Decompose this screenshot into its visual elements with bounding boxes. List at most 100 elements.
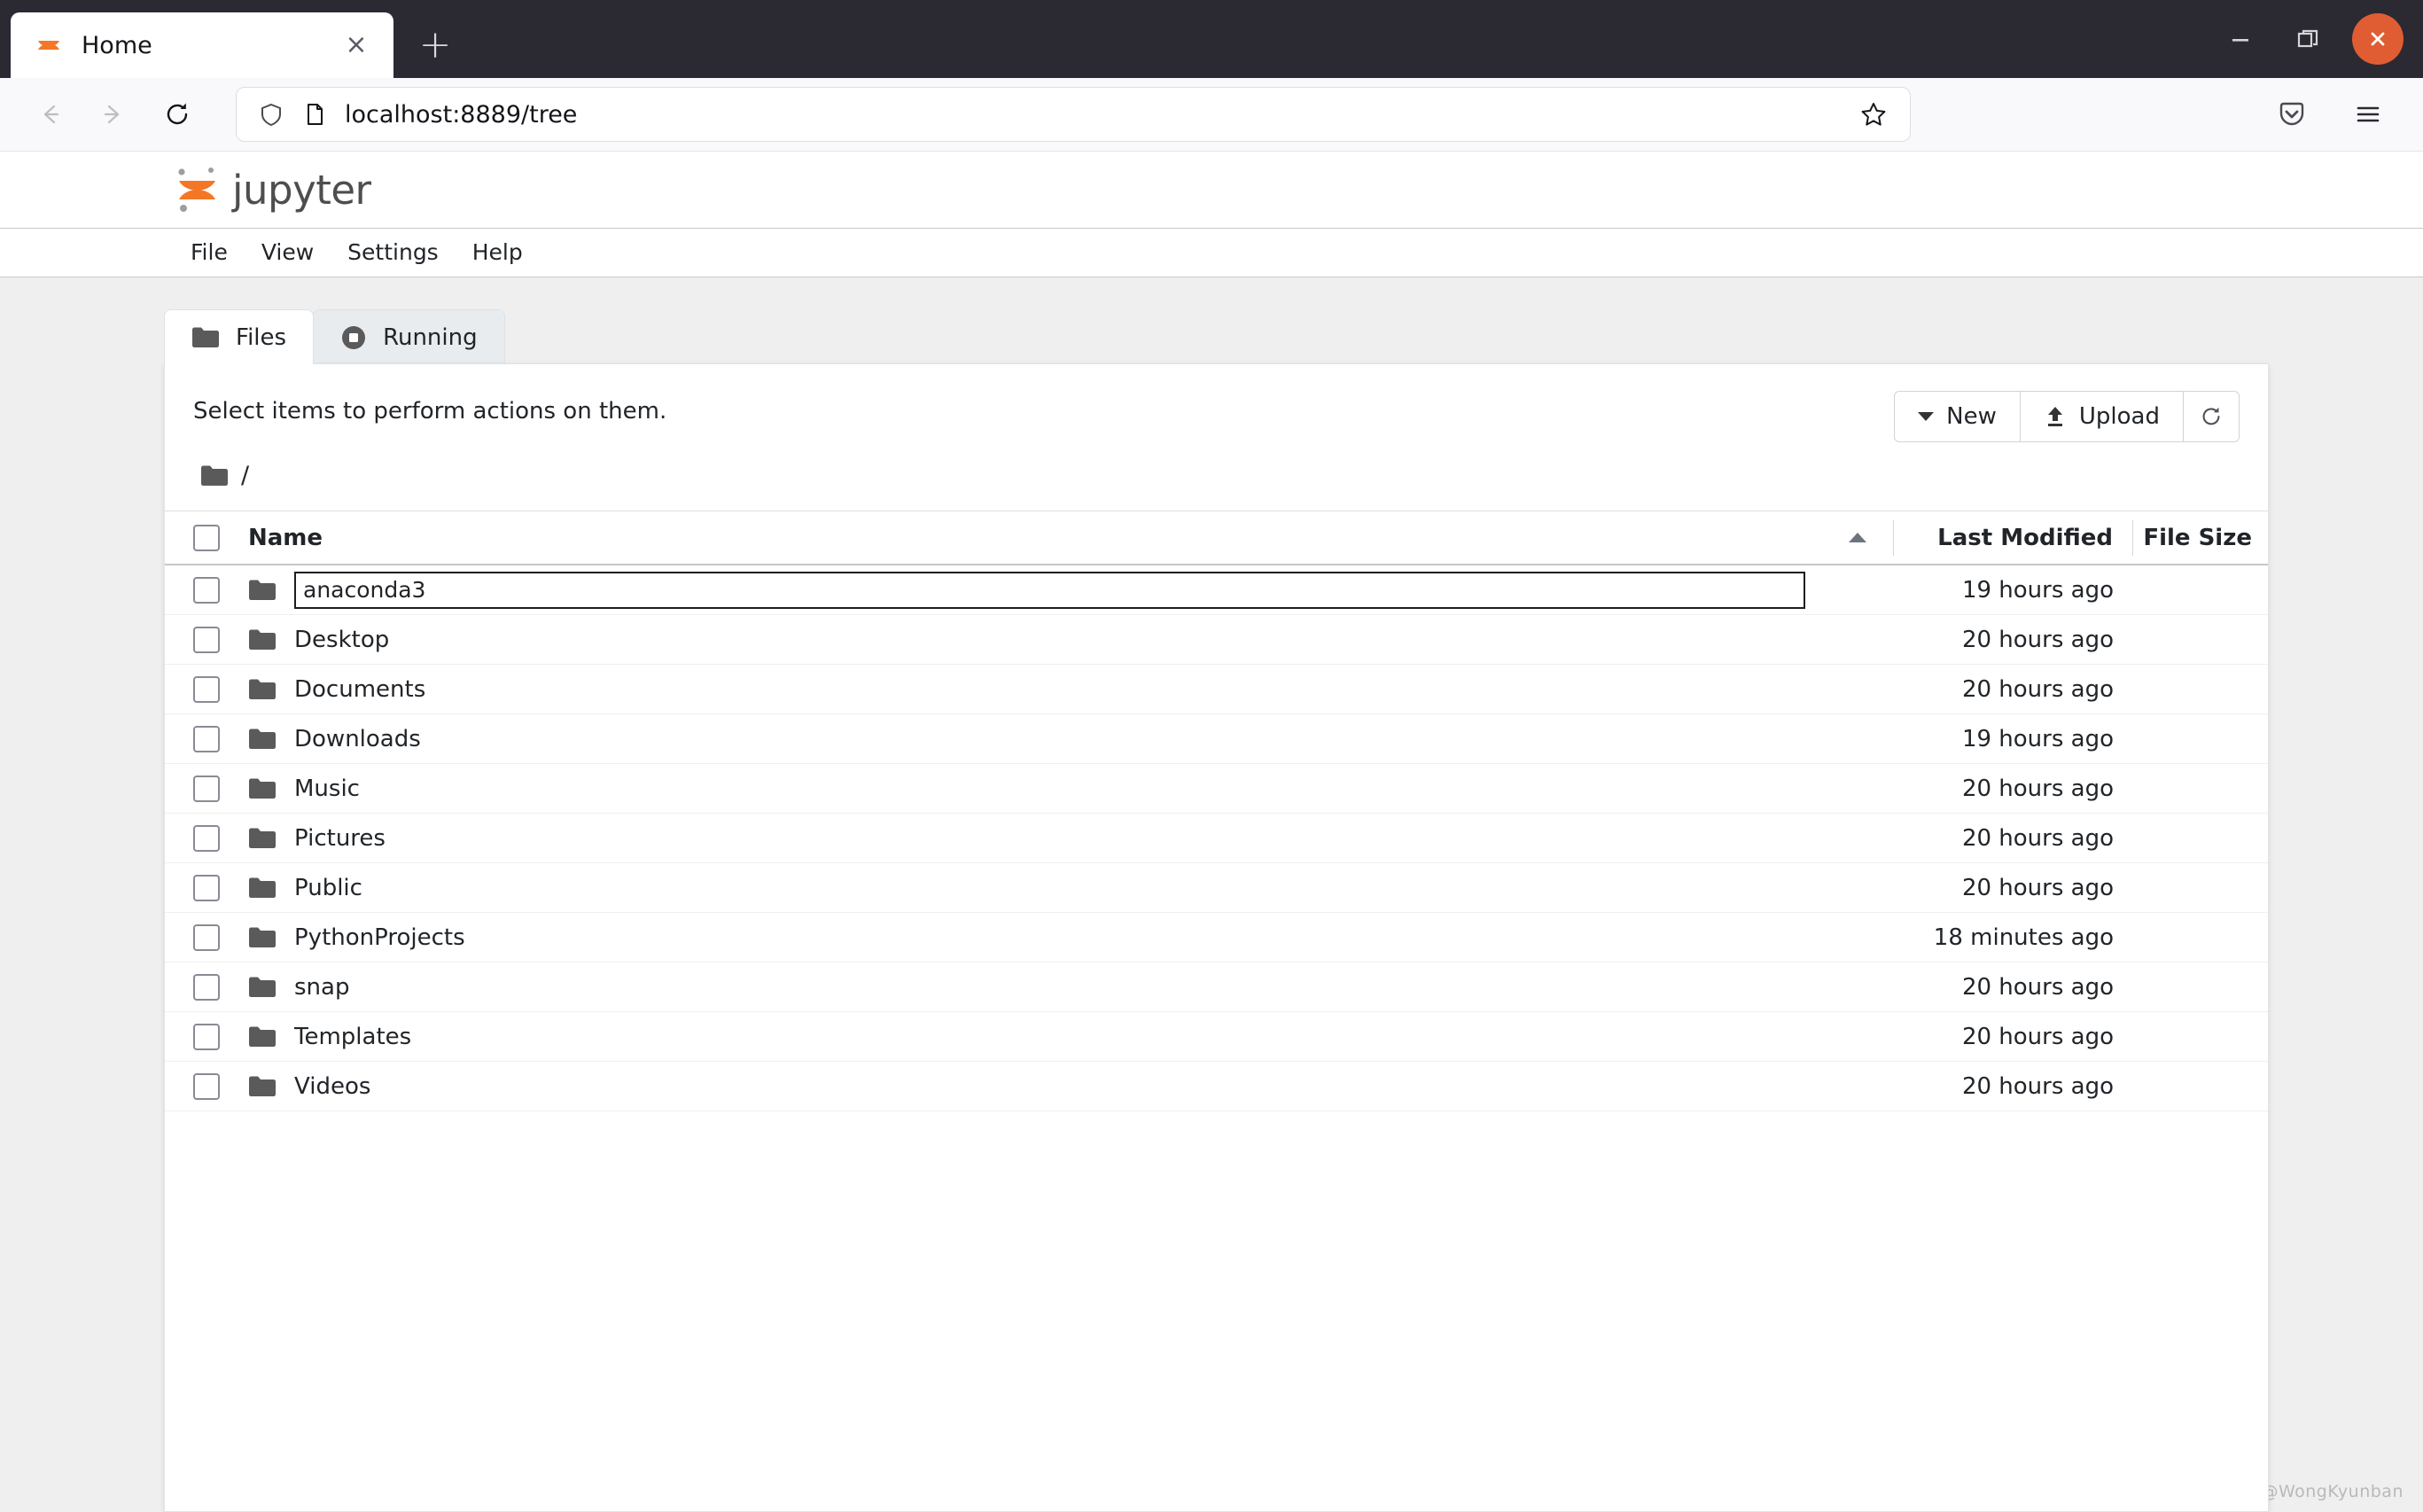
row-name-label[interactable]: Downloads xyxy=(294,726,421,752)
row-checkbox-cell[interactable] xyxy=(193,1023,248,1050)
new-button[interactable]: New xyxy=(1894,391,2021,442)
menu-item-help[interactable]: Help xyxy=(456,229,540,277)
star-icon[interactable] xyxy=(1851,92,1896,136)
table-row[interactable]: PythonProjects 18 minutes ago xyxy=(165,913,2268,963)
row-checkbox-cell[interactable] xyxy=(193,973,248,1001)
column-header-last-modified[interactable]: Last Modified xyxy=(1894,519,2133,556)
row-name-cell[interactable]: Music xyxy=(248,775,1821,802)
hamburger-menu-icon[interactable] xyxy=(2336,82,2400,146)
browser-tab-home[interactable]: Home × xyxy=(11,12,393,78)
row-name-label[interactable]: Documents xyxy=(294,676,425,703)
row-name-cell[interactable]: Templates xyxy=(248,1024,1821,1050)
row-name-label[interactable]: Videos xyxy=(294,1073,370,1100)
row-name-label[interactable]: Desktop xyxy=(294,627,389,653)
row-name-cell[interactable]: snap xyxy=(248,974,1821,1001)
row-name-cell[interactable] xyxy=(248,571,1821,609)
row-name-cell[interactable]: PythonProjects xyxy=(248,924,1821,951)
row-name-label[interactable]: Public xyxy=(294,875,362,901)
table-row[interactable]: Desktop 20 hours ago xyxy=(165,615,2268,665)
rename-input[interactable] xyxy=(294,571,1805,609)
url-text[interactable]: localhost:8889/tree xyxy=(345,101,1834,129)
row-name-cell[interactable]: Public xyxy=(248,875,1821,901)
row-checkbox[interactable] xyxy=(193,874,220,901)
forward-arrow-icon[interactable] xyxy=(82,82,145,146)
shield-icon[interactable] xyxy=(258,101,284,128)
tab-running[interactable]: Running xyxy=(313,309,505,364)
tab-running-label: Running xyxy=(383,323,478,351)
table-row[interactable]: Public 20 hours ago xyxy=(165,863,2268,913)
folder-icon xyxy=(191,326,220,349)
table-row[interactable]: Downloads 19 hours ago xyxy=(165,714,2268,764)
page-info-icon[interactable] xyxy=(302,102,327,127)
folder-icon xyxy=(248,976,277,999)
table-row[interactable]: Music 20 hours ago xyxy=(165,764,2268,814)
row-checkbox[interactable] xyxy=(193,1023,220,1050)
row-checkbox[interactable] xyxy=(193,824,220,852)
new-tab-button[interactable]: + xyxy=(408,18,463,73)
upload-button[interactable]: Upload xyxy=(2019,391,2184,442)
row-checkbox-cell[interactable] xyxy=(193,576,248,604)
row-name-label[interactable]: PythonProjects xyxy=(294,924,465,951)
row-checkbox[interactable] xyxy=(193,725,220,752)
select-items-message: Select items to perform actions on them. xyxy=(193,398,667,425)
file-browser-card: Select items to perform actions on them.… xyxy=(164,363,2269,1512)
menu-item-settings[interactable]: Settings xyxy=(331,229,456,277)
row-checkbox[interactable] xyxy=(193,775,220,802)
column-header-file-size[interactable]: File Size xyxy=(2133,525,2268,551)
select-all-checkbox-cell[interactable] xyxy=(193,524,248,551)
row-name-label[interactable]: Pictures xyxy=(294,825,386,852)
row-name-cell[interactable]: Videos xyxy=(248,1073,1821,1100)
table-row[interactable]: Pictures 20 hours ago xyxy=(165,814,2268,863)
jupyter-logo[interactable]: jupyter xyxy=(174,164,371,215)
window-controls xyxy=(2207,0,2423,78)
jupyter-content-area: Files Running Select items to perform ac… xyxy=(164,309,2269,1512)
close-icon[interactable]: × xyxy=(339,27,374,63)
column-header-name[interactable]: Name xyxy=(248,525,1821,551)
minimize-icon[interactable] xyxy=(2207,0,2274,78)
table-row[interactable]: 19 hours ago xyxy=(165,565,2268,615)
row-checkbox[interactable] xyxy=(193,924,220,951)
menu-item-file[interactable]: File xyxy=(174,229,245,277)
browser-window: Home × + localhost:8889/tree jupyter Fil… xyxy=(0,0,2423,1512)
refresh-button[interactable] xyxy=(2183,391,2240,442)
table-row[interactable]: Documents 20 hours ago xyxy=(165,665,2268,714)
row-modified: 20 hours ago xyxy=(1961,626,2114,653)
file-browser-toolbar: Select items to perform actions on them.… xyxy=(165,364,2268,442)
row-checkbox-cell[interactable] xyxy=(193,924,248,951)
sort-indicator-cell[interactable] xyxy=(1821,519,1894,556)
row-checkbox-cell[interactable] xyxy=(193,824,248,852)
table-row[interactable]: Templates 20 hours ago xyxy=(165,1012,2268,1062)
row-name-label[interactable]: Music xyxy=(294,775,360,802)
row-name-label[interactable]: Templates xyxy=(294,1024,411,1050)
row-name-cell[interactable]: Downloads xyxy=(248,726,1821,752)
row-name-cell[interactable]: Desktop xyxy=(248,627,1821,653)
row-name-label[interactable]: snap xyxy=(294,974,349,1001)
row-checkbox[interactable] xyxy=(193,576,220,604)
pocket-icon[interactable] xyxy=(2260,82,2324,146)
breadcrumb-path[interactable]: / xyxy=(241,462,249,489)
row-checkbox-cell[interactable] xyxy=(193,725,248,752)
row-name-cell[interactable]: Documents xyxy=(248,676,1821,703)
table-row[interactable]: snap 20 hours ago xyxy=(165,963,2268,1012)
select-all-checkbox[interactable] xyxy=(193,524,220,551)
row-checkbox-cell[interactable] xyxy=(193,675,248,703)
row-checkbox-cell[interactable] xyxy=(193,626,248,653)
maximize-icon[interactable] xyxy=(2274,0,2341,78)
reload-icon[interactable] xyxy=(145,82,209,146)
back-arrow-icon[interactable] xyxy=(18,82,82,146)
table-row[interactable]: Videos 20 hours ago xyxy=(165,1062,2268,1111)
row-checkbox-cell[interactable] xyxy=(193,874,248,901)
row-name-cell[interactable]: Pictures xyxy=(248,825,1821,852)
row-checkbox[interactable] xyxy=(193,973,220,1001)
breadcrumb[interactable]: / xyxy=(165,442,2268,510)
row-checkbox-cell[interactable] xyxy=(193,1072,248,1100)
row-checkbox[interactable] xyxy=(193,675,220,703)
row-checkbox-cell[interactable] xyxy=(193,775,248,802)
tab-files[interactable]: Files xyxy=(164,309,315,364)
row-modified: 20 hours ago xyxy=(1961,973,2114,1001)
row-checkbox[interactable] xyxy=(193,626,220,653)
close-icon[interactable] xyxy=(2352,13,2404,65)
row-checkbox[interactable] xyxy=(193,1072,220,1100)
menu-item-view[interactable]: View xyxy=(245,229,331,277)
url-bar[interactable]: localhost:8889/tree xyxy=(236,87,1911,142)
